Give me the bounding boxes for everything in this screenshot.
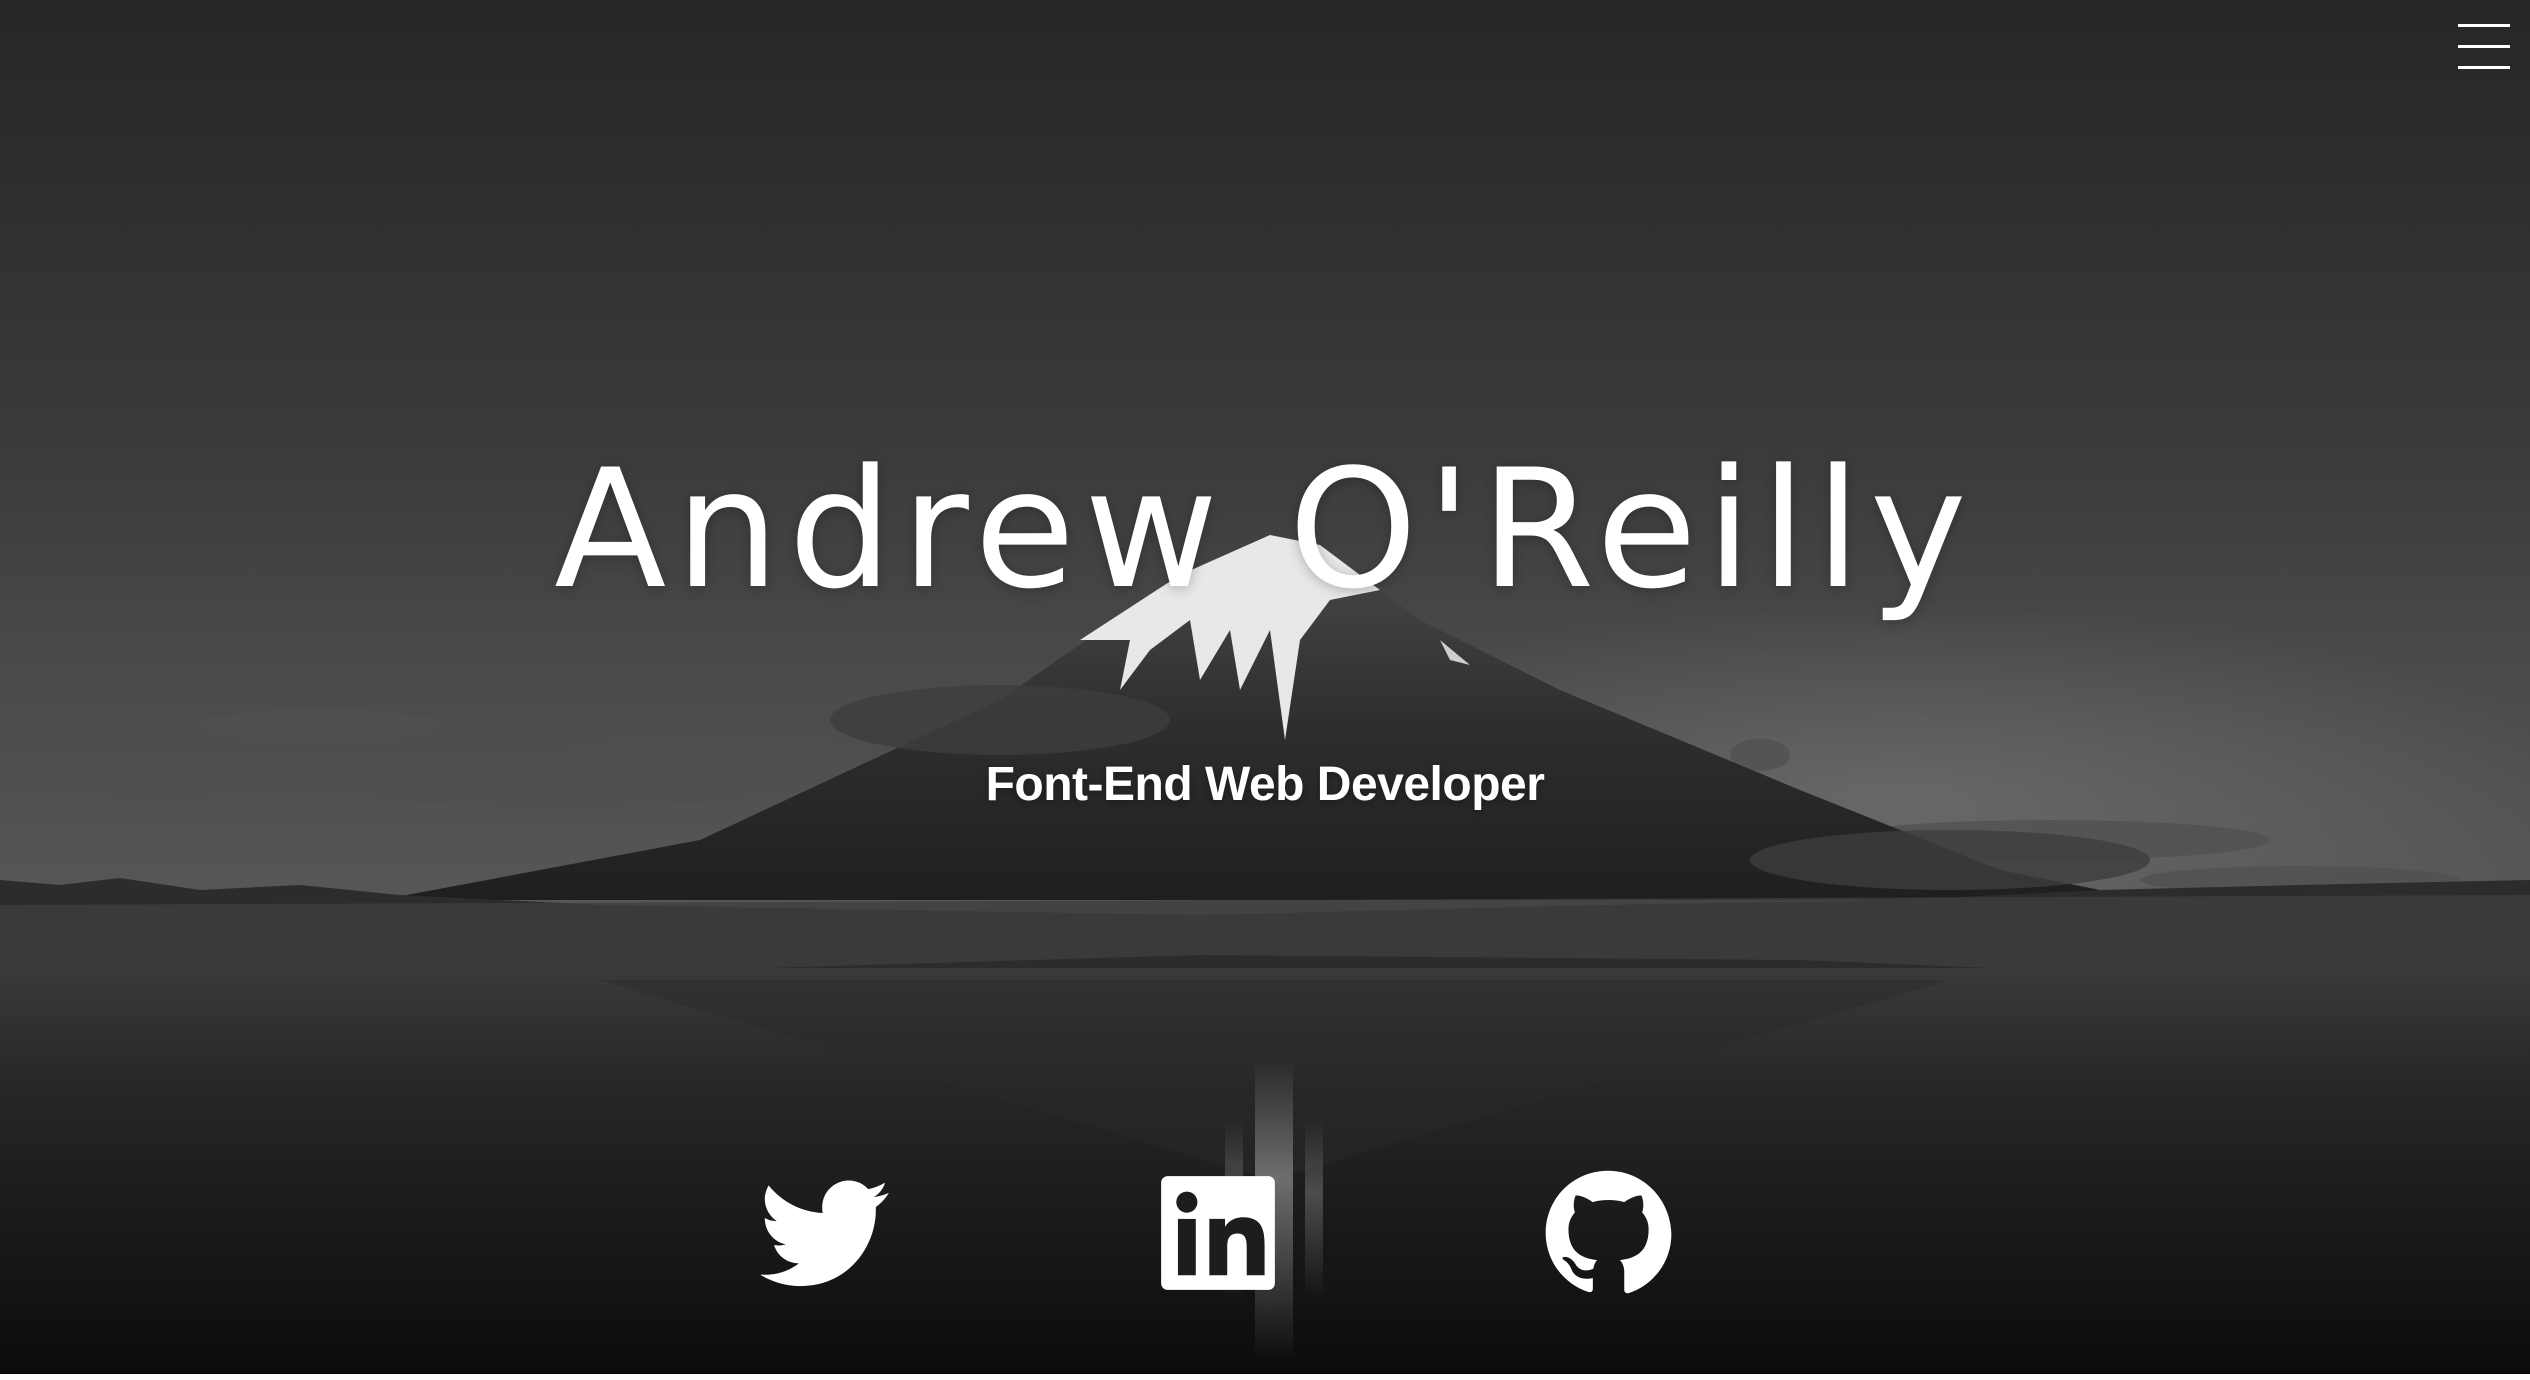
github-link[interactable] (1543, 1168, 1673, 1298)
hamburger-menu-icon-bar (2458, 66, 2510, 69)
hamburger-menu-icon-bar (2458, 24, 2510, 27)
twitter-icon (761, 1180, 889, 1287)
github-icon (1545, 1170, 1672, 1294)
hamburger-menu-button[interactable] (2458, 24, 2510, 70)
twitter-link[interactable] (761, 1168, 891, 1298)
hamburger-menu-icon-bar (2458, 45, 2510, 48)
hero-section: Andrew O'Reilly Font-End Web Developer (0, 0, 2530, 1374)
linkedin-icon (1161, 1176, 1275, 1290)
linkedin-link[interactable] (1153, 1168, 1283, 1298)
name-heading: Andrew O'Reilly (554, 434, 1976, 625)
role-subtitle: Font-End Web Developer (985, 758, 1545, 811)
